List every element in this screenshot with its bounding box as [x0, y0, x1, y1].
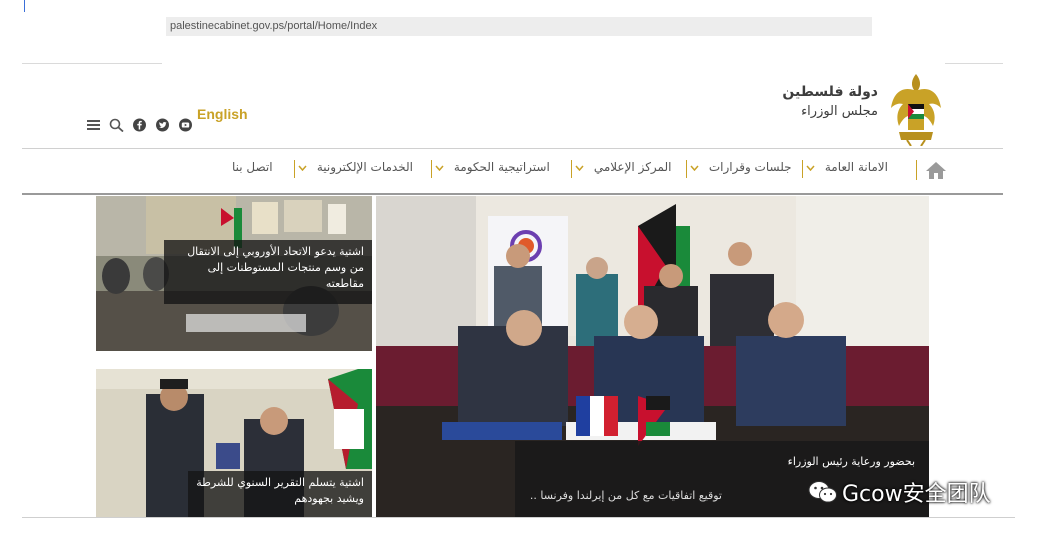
nav-separator — [571, 160, 572, 178]
nav-item-label: اتصل بنا — [232, 160, 273, 174]
search-icon[interactable] — [109, 118, 124, 132]
divider — [22, 63, 162, 64]
utility-icons — [86, 118, 193, 132]
nav-item-e-services[interactable]: الخدمات الإلكترونية — [298, 160, 413, 178]
home-icon[interactable] — [925, 160, 947, 180]
address-bar-url: palestinecabinet.gov.ps/portal/Home/Inde… — [170, 20, 378, 32]
chevron-down-icon — [806, 165, 815, 171]
nav-separator — [431, 160, 432, 178]
main-news-title: بحضور ورعاية رئيس الوزراء — [787, 455, 915, 468]
nav-item-label: الامانة العامة — [824, 160, 888, 174]
nav-item-contact-us[interactable]: اتصل بنا — [232, 160, 273, 178]
nav-item-label: جلسات وقرارات — [708, 160, 792, 174]
english-language-link[interactable]: English — [197, 106, 248, 122]
nav-item-media-center[interactable]: المركز الإعلامي — [575, 160, 671, 178]
nav-separator — [294, 160, 295, 178]
main-news-subtitle: توقيع اتفاقيات مع كل من إيرلندا وفرنسا .… — [529, 489, 722, 502]
news-photo-police[interactable]: اشتية يتسلم التقرير السنوي للشرطة ويشيد … — [96, 369, 372, 518]
nav-divider-top — [22, 148, 1003, 149]
nav-item-government-strategy[interactable]: استراتيجية الحكومة — [435, 160, 550, 178]
chevron-down-icon — [435, 165, 444, 171]
nav-separator — [686, 160, 687, 178]
watermark: Gcow安全团队 — [808, 477, 991, 507]
menu-icon[interactable] — [86, 118, 101, 132]
watermark-text: Gcow安全团队 — [842, 482, 991, 507]
address-bar[interactable]: palestinecabinet.gov.ps/portal/Home/Inde… — [166, 17, 872, 36]
news-caption-eu: اشتية يدعو الاتحاد الأوروبي إلى الانتقال… — [187, 245, 364, 290]
text-cursor — [24, 0, 25, 12]
youtube-icon[interactable] — [178, 118, 193, 132]
chevron-down-icon — [690, 165, 699, 171]
chevron-down-icon — [298, 165, 307, 171]
brand-subtitle: مجلس الوزراء — [801, 104, 878, 119]
wechat-icon — [808, 481, 837, 503]
nav-item-sessions-decisions[interactable]: جلسات وقرارات — [690, 160, 792, 178]
twitter-icon[interactable] — [155, 118, 170, 132]
divider — [22, 517, 1015, 518]
nav-item-general-secretariat[interactable]: الامانة العامة — [806, 160, 888, 178]
chevron-down-icon — [575, 165, 584, 171]
palestine-eagle-logo[interactable] — [887, 70, 945, 146]
nav-item-label: المركز الإعلامي — [593, 160, 672, 174]
nav-item-label: الخدمات الإلكترونية — [316, 160, 413, 174]
nav-item-label: استراتيجية الحكومة — [453, 160, 550, 174]
facebook-icon[interactable] — [132, 118, 147, 132]
divider — [945, 63, 1003, 64]
news-photo-eu[interactable]: اشتية يدعو الاتحاد الأوروبي إلى الانتقال… — [96, 196, 372, 351]
nav-divider-bottom — [22, 193, 1003, 195]
brand-title: دولة فلسطين — [782, 84, 878, 100]
nav-separator — [802, 160, 803, 178]
nav-separator — [916, 160, 917, 180]
news-caption-police: اشتية يتسلم التقرير السنوي للشرطة ويشيد … — [196, 476, 364, 505]
